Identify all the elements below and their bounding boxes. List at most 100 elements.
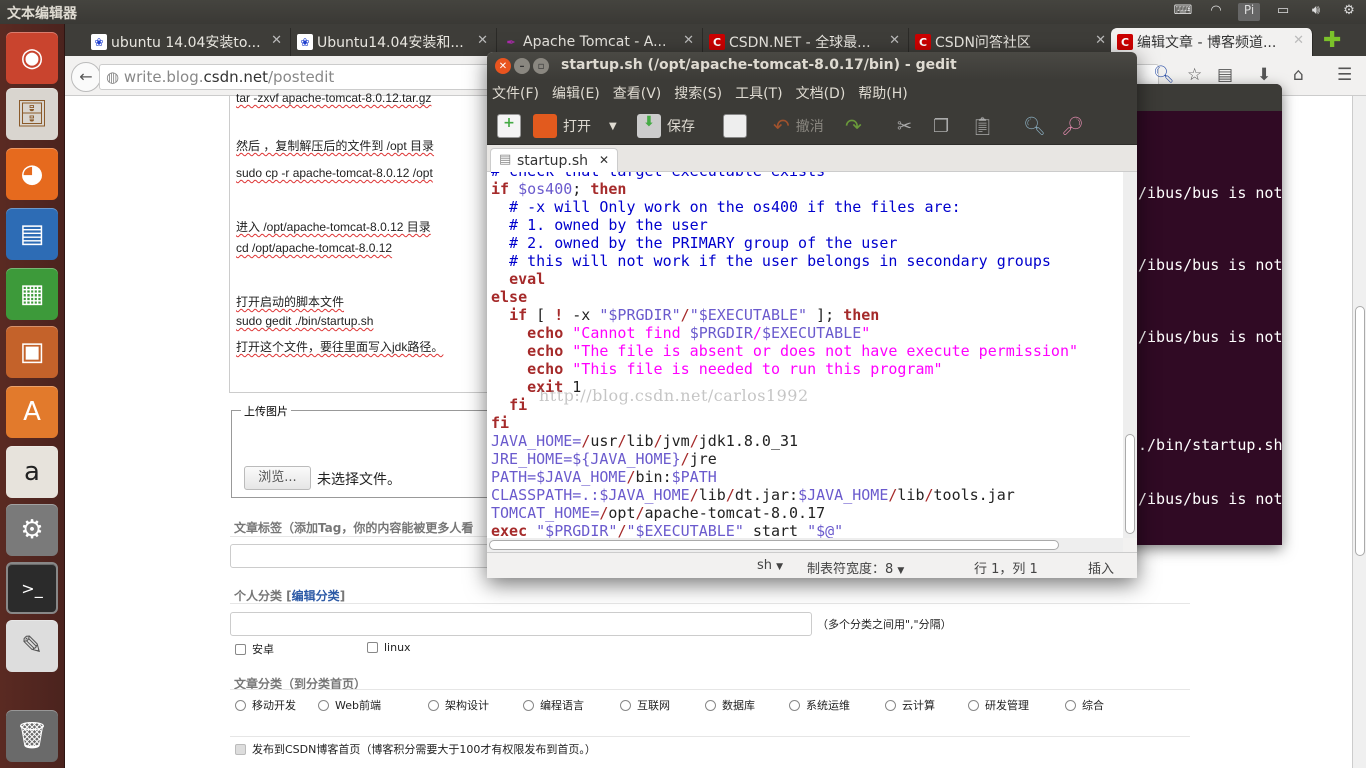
save-button[interactable]: ⬇ 保存 [637, 112, 695, 140]
close-tab-icon[interactable]: ✕ [889, 33, 900, 48]
close-document-icon[interactable]: ✕ [599, 153, 609, 167]
search-icon[interactable]: 🔍︎ [1153, 65, 1175, 85]
close-tab-icon[interactable]: ✕ [477, 33, 488, 48]
article-line[interactable]: sudo cp -r apache-tomcat-8.0.12 /opt [236, 166, 433, 180]
code-editor[interactable]: # check that target executable existsif … [487, 172, 1123, 538]
code-token: dt.jar: [734, 486, 799, 504]
menu-documents[interactable]: 文档(D) [796, 83, 846, 103]
power-icon[interactable]: ⚙ [1338, 3, 1360, 21]
calc-icon[interactable]: ▦ [6, 268, 58, 320]
article-line[interactable]: 进入 /opt/apache-tomcat-8.0.12 目录 [236, 218, 431, 235]
redo-icon[interactable]: ↷ [845, 112, 862, 140]
browser-tab-active[interactable]: C 编辑文章 - 博客频道... ✕ [1111, 28, 1313, 56]
system-settings-icon[interactable]: ⚙ [6, 504, 58, 556]
find-replace-icon[interactable]: 🔎︎ [1061, 112, 1084, 140]
files-icon[interactable]: 🗄︎ [6, 88, 58, 140]
category-radio[interactable]: 综合 [1065, 697, 1104, 713]
ubuntu-dash-icon[interactable]: ◉ [6, 32, 58, 84]
category-radio[interactable]: 编程语言 [523, 697, 584, 713]
close-tab-icon[interactable]: ✕ [1293, 33, 1304, 48]
open-dropdown-icon[interactable]: ▼ [609, 112, 617, 140]
battery-icon[interactable]: ▭ [1272, 3, 1294, 21]
document-tab[interactable]: ▤ startup.sh ✕ [490, 148, 618, 173]
downloads-icon[interactable]: ⬇ [1257, 65, 1271, 85]
impress-icon[interactable]: ▣ [6, 326, 58, 378]
scrollbar-thumb[interactable] [1355, 306, 1365, 556]
undo-button[interactable]: ↶ 撤消 [773, 112, 824, 140]
minimize-window-icon[interactable]: – [514, 58, 530, 74]
input-method-indicator[interactable]: Pi [1238, 3, 1260, 21]
article-line[interactable]: tar -zxvf apache-tomcat-8.0.12.tar.gz [236, 91, 431, 105]
firefox-icon[interactable]: ◕ [6, 148, 58, 200]
close-tab-icon[interactable]: ✕ [1095, 33, 1106, 48]
code-token: lib [897, 486, 925, 504]
close-tab-icon[interactable]: ✕ [683, 33, 694, 48]
copy-icon[interactable]: ❐ [933, 112, 949, 140]
browse-button[interactable]: 浏览... [244, 466, 311, 490]
page-scrollbar[interactable] [1352, 96, 1366, 768]
editor-horizontal-scrollbar[interactable] [487, 538, 1123, 552]
code-line: fi [491, 414, 509, 432]
wifi-icon[interactable]: ◠ [1205, 3, 1227, 21]
scrollbar-thumb[interactable] [489, 540, 1059, 550]
keyboard-icon[interactable]: ⌨ [1172, 3, 1194, 21]
print-button[interactable] [723, 112, 747, 140]
open-button[interactable]: 打开 [533, 112, 591, 140]
category-checkbox[interactable]: 安卓 [235, 641, 274, 657]
close-tab-icon[interactable]: ✕ [271, 33, 282, 48]
category-radio[interactable]: 云计算 [885, 697, 935, 713]
close-window-icon[interactable]: ✕ [495, 58, 511, 74]
writer-icon[interactable]: ▤ [6, 208, 58, 260]
category-radio[interactable]: 互联网 [620, 697, 670, 713]
category-radio[interactable]: 研发管理 [968, 697, 1029, 713]
code-token: / [680, 450, 690, 468]
software-center-icon[interactable]: A [6, 386, 58, 438]
article-line[interactable]: 打开启动的脚本文件 [236, 293, 344, 310]
home-icon[interactable]: ⌂ [1293, 65, 1304, 85]
publish-home-checkbox[interactable]: 发布到CSDN博客首页（博客积分需要大于100才有权限发布到首页。） [235, 741, 596, 757]
article-line[interactable]: 然后 ，复制解压后的文件到 /opt 目录 [236, 137, 434, 154]
bookmark-star-icon[interactable]: ☆ [1187, 65, 1202, 85]
category-input[interactable] [230, 612, 812, 636]
trash-icon[interactable]: 🗑︎ [6, 710, 58, 762]
cut-icon[interactable]: ✂ [897, 112, 912, 140]
tab-width-selector[interactable]: 制表符宽度：8 ▼ [807, 558, 904, 577]
amazon-icon[interactable]: a [6, 446, 58, 498]
menu-help[interactable]: 帮助(H) [858, 83, 907, 103]
article-line[interactable]: 打开这个文件，要往里面写入jdk路径。 [236, 338, 443, 355]
new-tab-button[interactable]: ✚ [1323, 28, 1341, 53]
code-line: CLASSPATH=.:$JAVA_HOME/lib/dt.jar:$JAVA_… [491, 486, 1015, 504]
new-document-button[interactable]: + [497, 112, 521, 140]
category-radio[interactable]: 系统运维 [789, 697, 850, 713]
volume-icon[interactable]: 🔊︎ [1305, 3, 1327, 21]
category-radio[interactable]: 架构设计 [428, 697, 489, 713]
bookmarks-list-icon[interactable]: ▤ [1217, 65, 1233, 85]
gedit-titlebar[interactable]: ✕ – ▫ startup.sh (/opt/apache-tomcat-8.0… [487, 52, 1137, 80]
browser-tab[interactable]: ❀ ubuntu 14.04安装to... ✕ [85, 28, 291, 56]
insert-mode: 插入 [1088, 562, 1115, 577]
maximize-window-icon[interactable]: ▫ [533, 58, 549, 74]
category-radio[interactable]: 数据库 [705, 697, 755, 713]
code-token: / [752, 324, 762, 342]
text-editor-icon[interactable]: ✎ [6, 620, 58, 672]
menu-search[interactable]: 搜索(S) [674, 83, 722, 103]
article-line[interactable]: sudo gedit ./bin/startup.sh [236, 314, 373, 328]
terminal-icon[interactable]: >_ [6, 562, 58, 614]
menu-tools[interactable]: 工具(T) [735, 83, 782, 103]
category-radio[interactable]: Web前端 [318, 697, 381, 713]
menu-file[interactable]: 文件(F) [492, 83, 539, 103]
find-icon[interactable]: 🔍︎ [1023, 112, 1046, 140]
browser-tab[interactable]: ❀ Ubuntu14.04安装和... ✕ [291, 28, 497, 56]
menu-icon[interactable]: ☰ [1337, 65, 1352, 85]
category-checkbox[interactable]: linux [367, 641, 411, 654]
editor-vertical-scrollbar[interactable] [1123, 172, 1137, 538]
edit-category-link[interactable]: 编辑分类 [292, 589, 340, 603]
scrollbar-thumb[interactable] [1125, 434, 1135, 534]
back-button[interactable]: ← [71, 62, 101, 92]
paste-icon[interactable]: 📋︎ [971, 112, 994, 140]
language-selector[interactable]: sh ▼ [757, 558, 783, 573]
menu-view[interactable]: 查看(V) [613, 83, 662, 103]
category-radio[interactable]: 移动开发 [235, 697, 296, 713]
article-line[interactable]: cd /opt/apache-tomcat-8.0.12 [236, 241, 392, 255]
menu-edit[interactable]: 编辑(E) [552, 83, 600, 103]
